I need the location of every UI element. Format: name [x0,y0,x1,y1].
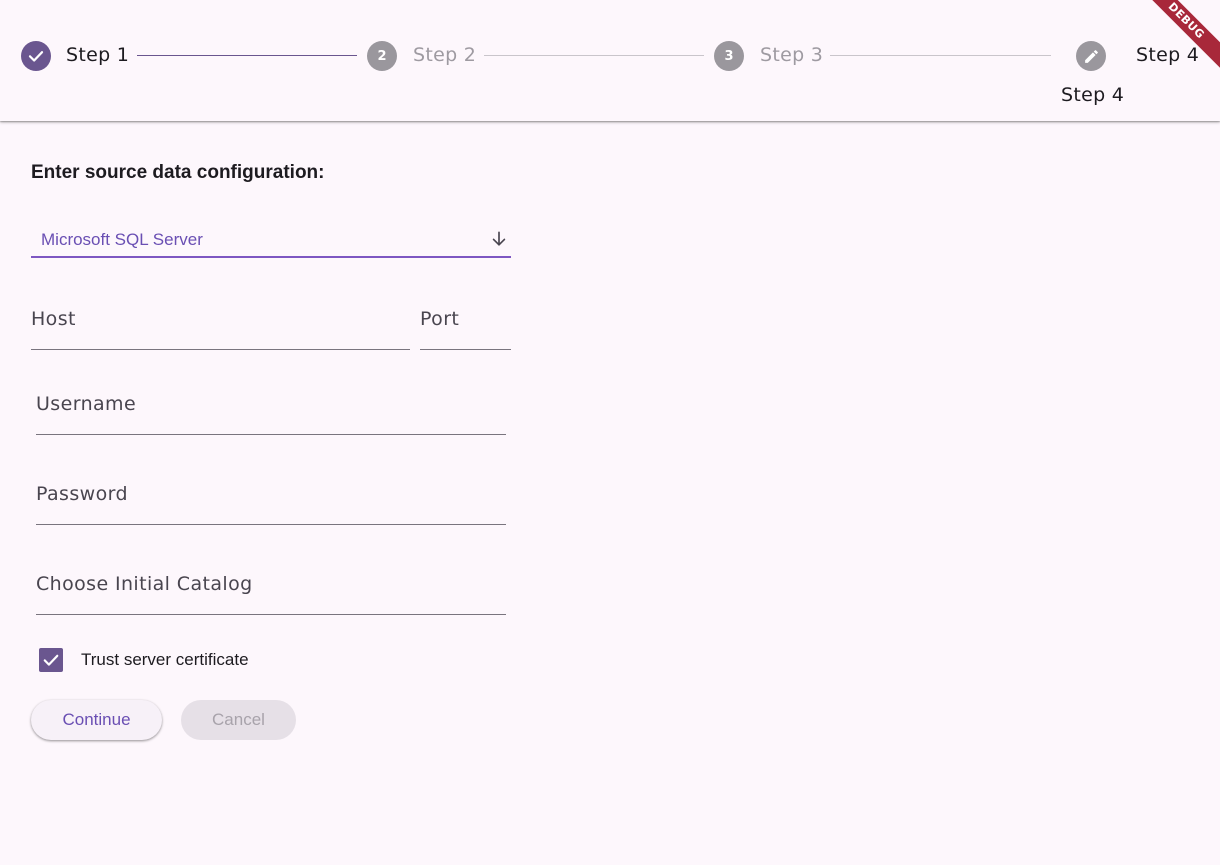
continue-button[interactable]: Continue [31,700,162,740]
username-placeholder: Username [36,393,137,415]
step-connector [484,55,704,56]
cancel-button[interactable]: Cancel [181,700,296,740]
arrow-down-icon [492,231,506,246]
step-3-number: 3 [724,48,734,64]
initial-catalog-placeholder: Choose Initial Catalog [36,573,253,595]
step-3-indicator[interactable]: 3 [714,41,744,71]
step-4-indicator[interactable] [1076,41,1106,71]
step-connector [830,55,1051,56]
step-2-label[interactable]: Step 2 [413,44,476,66]
host-placeholder: Host [31,308,76,330]
password-field[interactable]: Password [36,475,506,525]
step-connector [137,55,357,56]
step-2-number: 2 [377,48,387,64]
port-field[interactable]: Port [420,300,511,350]
check-icon [43,654,59,666]
step-1-label[interactable]: Step 1 [66,44,129,66]
username-field[interactable]: Username [36,385,506,435]
trust-certificate-checkbox[interactable] [39,648,63,672]
initial-catalog-field[interactable]: Choose Initial Catalog [36,565,506,615]
password-placeholder: Password [36,483,128,505]
step-2-indicator[interactable]: 2 [367,41,397,71]
port-placeholder: Port [420,308,460,330]
trust-certificate-label[interactable]: Trust server certificate [81,650,249,670]
pencil-icon [1084,49,1098,63]
source-type-value: Microsoft SQL Server [41,230,203,249]
stepper-header: Step 1 2 Step 2 3 Step 3 Step 4 Step 4 [0,0,1220,121]
form-heading: Enter source data configuration: [31,162,325,183]
host-field[interactable]: Host [31,300,410,350]
step-3-label[interactable]: Step 3 [760,44,823,66]
step-4-label[interactable]: Step 4 [1136,44,1199,66]
step-4-sublabel: Step 4 [1061,84,1125,106]
step-1-indicator[interactable] [21,41,51,71]
source-type-dropdown[interactable]: Microsoft SQL Server [31,222,511,258]
check-icon [28,51,44,62]
